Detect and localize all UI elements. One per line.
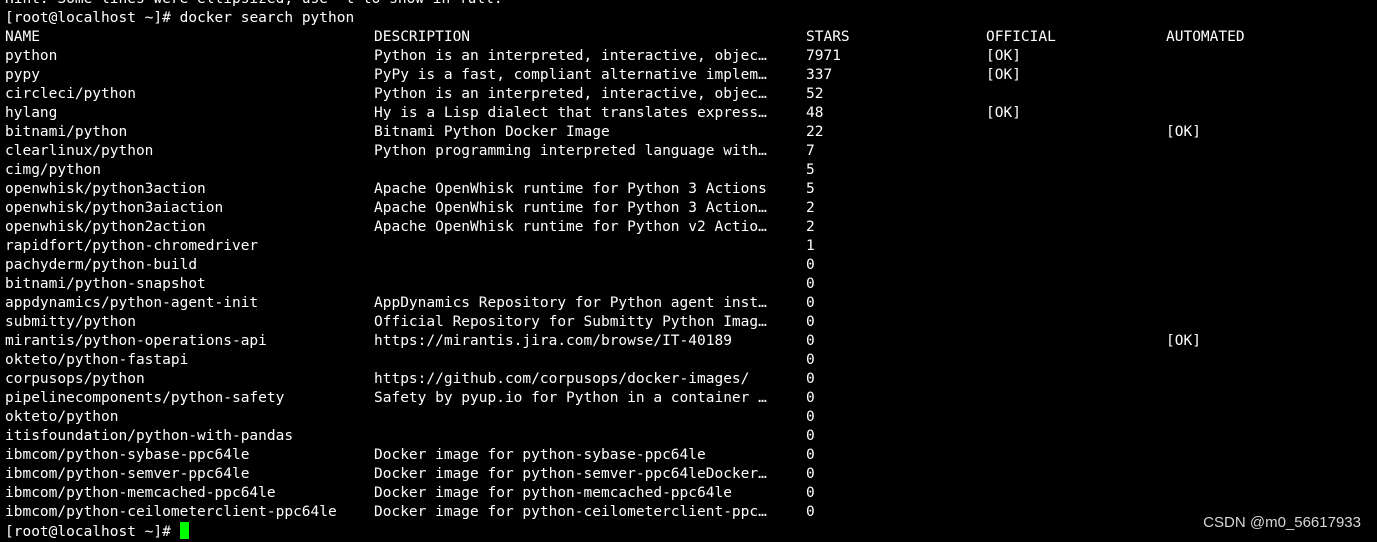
- row-official: [OK]: [986, 67, 1021, 83]
- row-description: Apache OpenWhisk runtime for Python 3 Ac…: [374, 200, 767, 216]
- row-name: cimg/python: [5, 162, 102, 178]
- row-description: https://mirantis.jira.com/browse/IT-4018…: [374, 333, 732, 349]
- row-name: corpusops/python: [5, 371, 145, 387]
- row-description: Docker image for python-ceilometerclient…: [374, 504, 767, 520]
- row-stars: 0: [806, 276, 815, 292]
- row-description: Python programming interpreted language …: [374, 143, 767, 159]
- row-stars: 0: [806, 409, 815, 425]
- row-stars: 1: [806, 238, 815, 254]
- row-description: Apache OpenWhisk runtime for Python v2 A…: [374, 219, 767, 235]
- row-stars: 0: [806, 428, 815, 444]
- row-stars: 5: [806, 181, 815, 197]
- header-stars: STARS: [806, 29, 850, 45]
- row-name: bitnami/python: [5, 124, 128, 140]
- row-stars: 0: [806, 295, 815, 311]
- command-line: [root@localhost ~]# docker search python: [5, 9, 354, 28]
- row-stars: 52: [806, 86, 824, 102]
- row-name: python: [5, 48, 58, 64]
- row-automated: [OK]: [1166, 333, 1201, 349]
- row-automated: [OK]: [1166, 124, 1201, 140]
- row-stars: 0: [806, 257, 815, 273]
- row-name: pachyderm/python-build: [5, 257, 198, 273]
- row-stars: 2: [806, 200, 815, 216]
- text-cursor: [179, 522, 189, 539]
- command-text: docker search python: [179, 10, 355, 26]
- row-name: openwhisk/python3aiaction: [5, 200, 224, 216]
- row-stars: 0: [806, 466, 815, 482]
- row-stars: 337: [806, 67, 833, 83]
- shell-prompt: [root@localhost ~]#: [5, 10, 180, 26]
- row-description: Safety by pyup.io for Python in a contai…: [374, 390, 767, 406]
- row-stars: 0: [806, 352, 815, 368]
- row-name: ibmcom/python-memcached-ppc64le: [5, 485, 276, 501]
- shell-prompt-final: [root@localhost ~]#: [5, 524, 180, 540]
- row-stars: 5: [806, 162, 815, 178]
- row-name: bitnami/python-snapshot: [5, 276, 206, 292]
- row-description: https://github.com/corpusops/docker-imag…: [374, 371, 750, 387]
- row-name: okteto/python-fastapi: [5, 352, 189, 368]
- row-name: submitty/python: [5, 314, 136, 330]
- row-description: Python is an interpreted, interactive, o…: [374, 48, 767, 64]
- row-stars: 22: [806, 124, 824, 140]
- header-name: NAME: [5, 29, 40, 45]
- results-header: NAME DESCRIPTION STARS OFFICIAL AUTOMATE…: [5, 28, 1245, 47]
- row-description: Docker image for python-semver-ppc64leDo…: [374, 466, 767, 482]
- final-prompt-line[interactable]: [root@localhost ~]#: [5, 522, 189, 541]
- row-stars: 0: [806, 371, 815, 387]
- row-name: itisfoundation/python-with-pandas: [5, 428, 294, 444]
- row-name: circleci/python: [5, 86, 136, 102]
- row-name: pypy: [5, 67, 40, 83]
- row-stars: 7: [806, 143, 815, 159]
- header-automated: AUTOMATED: [1166, 29, 1245, 45]
- row-stars: 0: [806, 504, 815, 520]
- terminal-window[interactable]: Hint: Some lines were ellipsized, use -l…: [0, 0, 1377, 542]
- row-name: rapidfort/python-chromedriver: [5, 238, 259, 254]
- row-name: okteto/python: [5, 409, 119, 425]
- row-stars: 0: [806, 485, 815, 501]
- row-description: Docker image for python-sybase-ppc64le: [374, 447, 706, 463]
- row-description: Bitnami Python Docker Image: [374, 124, 610, 140]
- row-description: Apache OpenWhisk runtime for Python 3 Ac…: [374, 181, 767, 197]
- row-stars: 0: [806, 314, 815, 330]
- row-stars: 2: [806, 219, 815, 235]
- row-official: [OK]: [986, 105, 1021, 121]
- row-name: ibmcom/python-semver-ppc64le: [5, 466, 250, 482]
- row-stars: 0: [806, 447, 815, 463]
- row-official: [OK]: [986, 48, 1021, 64]
- row-name: ibmcom/python-sybase-ppc64le: [5, 447, 250, 463]
- watermark: CSDN @m0_56617933: [1203, 514, 1361, 531]
- row-description: Python is an interpreted, interactive, o…: [374, 86, 767, 102]
- row-name: openwhisk/python3action: [5, 181, 206, 197]
- header-description: DESCRIPTION: [374, 29, 471, 45]
- row-description: Docker image for python-memcached-ppc64l…: [374, 485, 732, 501]
- row-stars: 48: [806, 105, 824, 121]
- row-name: mirantis/python-operations-api: [5, 333, 267, 349]
- row-stars: 0: [806, 333, 815, 349]
- row-description: Hy is a Lisp dialect that translates exp…: [374, 105, 767, 121]
- header-official: OFFICIAL: [986, 29, 1056, 45]
- row-description: PyPy is a fast, compliant alternative im…: [374, 67, 767, 83]
- hint-line: Hint: Some lines were ellipsized, use -l…: [5, 0, 503, 9]
- row-description: AppDynamics Repository for Python agent …: [374, 295, 767, 311]
- row-name: appdynamics/python-agent-init: [5, 295, 259, 311]
- row-stars: 7971: [806, 48, 841, 64]
- row-name: ibmcom/python-ceilometerclient-ppc64le: [5, 504, 337, 520]
- row-stars: 0: [806, 390, 815, 406]
- row-name: pipelinecomponents/python-safety: [5, 390, 285, 406]
- row-description: Official Repository for Submitty Python …: [374, 314, 767, 330]
- row-name: openwhisk/python2action: [5, 219, 206, 235]
- row-name: hylang: [5, 105, 58, 121]
- row-name: clearlinux/python: [5, 143, 154, 159]
